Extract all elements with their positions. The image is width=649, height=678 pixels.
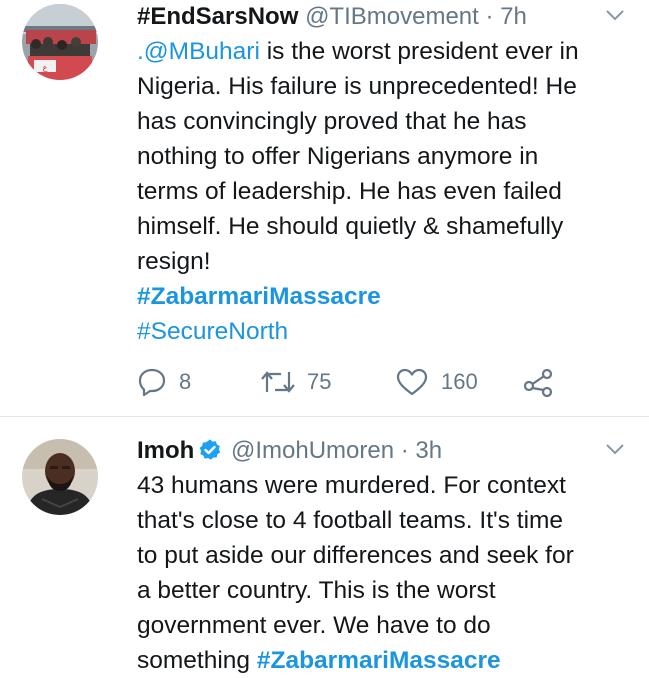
tweet-line: terms of leadership. He has even failed: [137, 178, 562, 205]
tweet-line: that's close to 4 football teams. It's t…: [137, 507, 564, 534]
reply-count: 8: [179, 369, 192, 394]
retweet-icon: [261, 371, 295, 393]
separator: ·: [485, 3, 494, 30]
tweet-line: .@MBuhari is the worst president ever in: [137, 34, 629, 69]
mention-link[interactable]: .@MBuhari: [137, 38, 260, 65]
display-name[interactable]: #EndSarsNow: [137, 3, 298, 30]
share-button[interactable]: [523, 362, 565, 402]
heart-icon: [396, 368, 428, 396]
tweet-line: has convincingly proved that he has: [137, 108, 527, 135]
text-segment: something: [137, 647, 257, 674]
timestamp[interactable]: 7h: [500, 3, 527, 30]
tweet-line: nothing to offer Nigerians anymore in: [137, 143, 539, 170]
tweet-line: government ever. We have to do: [137, 612, 491, 639]
tweet-line: himself. He should quietly & shamefully: [137, 213, 564, 240]
share-icon: [523, 368, 553, 397]
tweet-line: a better country. This is the worst: [137, 577, 496, 604]
tweet-line: something #ZabarmariMassacre: [137, 643, 629, 678]
like-count: 160: [441, 369, 478, 394]
user-handle[interactable]: @ImohUmoren: [231, 437, 394, 464]
tweet-line: resign!: [137, 248, 211, 275]
reply-button[interactable]: 8: [137, 362, 191, 402]
display-name[interactable]: Imoh: [137, 437, 194, 464]
tweet-text: .@MBuhari is the worst president ever in…: [137, 34, 629, 349]
tweet-header: #EndSarsNow @TIBmovement · 7h: [137, 0, 629, 34]
timestamp[interactable]: 3h: [415, 437, 442, 464]
chevron-down-icon[interactable]: [605, 442, 625, 456]
tweet-header: Imoh @ImohUmoren · 3h: [137, 434, 629, 468]
avatar[interactable]: [22, 439, 98, 515]
chevron-down-icon[interactable]: [605, 8, 625, 22]
tweet-line: to put aside our differences and seek fo…: [137, 542, 574, 569]
svg-text:ع: ع: [43, 63, 48, 72]
man-portrait-avatar-image: [22, 439, 98, 515]
tweet-actions: 8 75 160: [137, 362, 597, 402]
tweet-text: 43 humans were murdered. For context tha…: [137, 468, 629, 678]
separator: ·: [400, 437, 409, 464]
like-button[interactable]: 160: [395, 362, 478, 402]
protest-crowd-avatar-image: ع: [22, 4, 98, 80]
tweet-line: Nigeria. His failure is unprecedented! H…: [137, 73, 577, 100]
retweet-count: 75: [307, 369, 332, 394]
tweet-line: 43 humans were murdered. For context: [137, 472, 566, 499]
hashtag-link[interactable]: #ZabarmariMassacre: [137, 283, 381, 310]
text-segment: is the worst president ever in: [259, 38, 579, 65]
user-handle[interactable]: @TIBmovement: [305, 3, 479, 30]
retweet-button[interactable]: 75: [261, 362, 331, 402]
reply-icon: [138, 368, 166, 397]
avatar[interactable]: ع: [22, 4, 98, 80]
tweet-1[interactable]: ع #EndSarsNow @TIBmovement · 7h .@MBuhar…: [0, 0, 649, 415]
verified-badge-icon: [199, 439, 221, 460]
tweet-2[interactable]: Imoh @ImohUmoren · 3h 43 humans were mur…: [0, 417, 649, 675]
hashtag-link[interactable]: #SecureNorth: [137, 318, 288, 345]
hashtag-link[interactable]: #ZabarmariMassacre: [257, 647, 501, 674]
